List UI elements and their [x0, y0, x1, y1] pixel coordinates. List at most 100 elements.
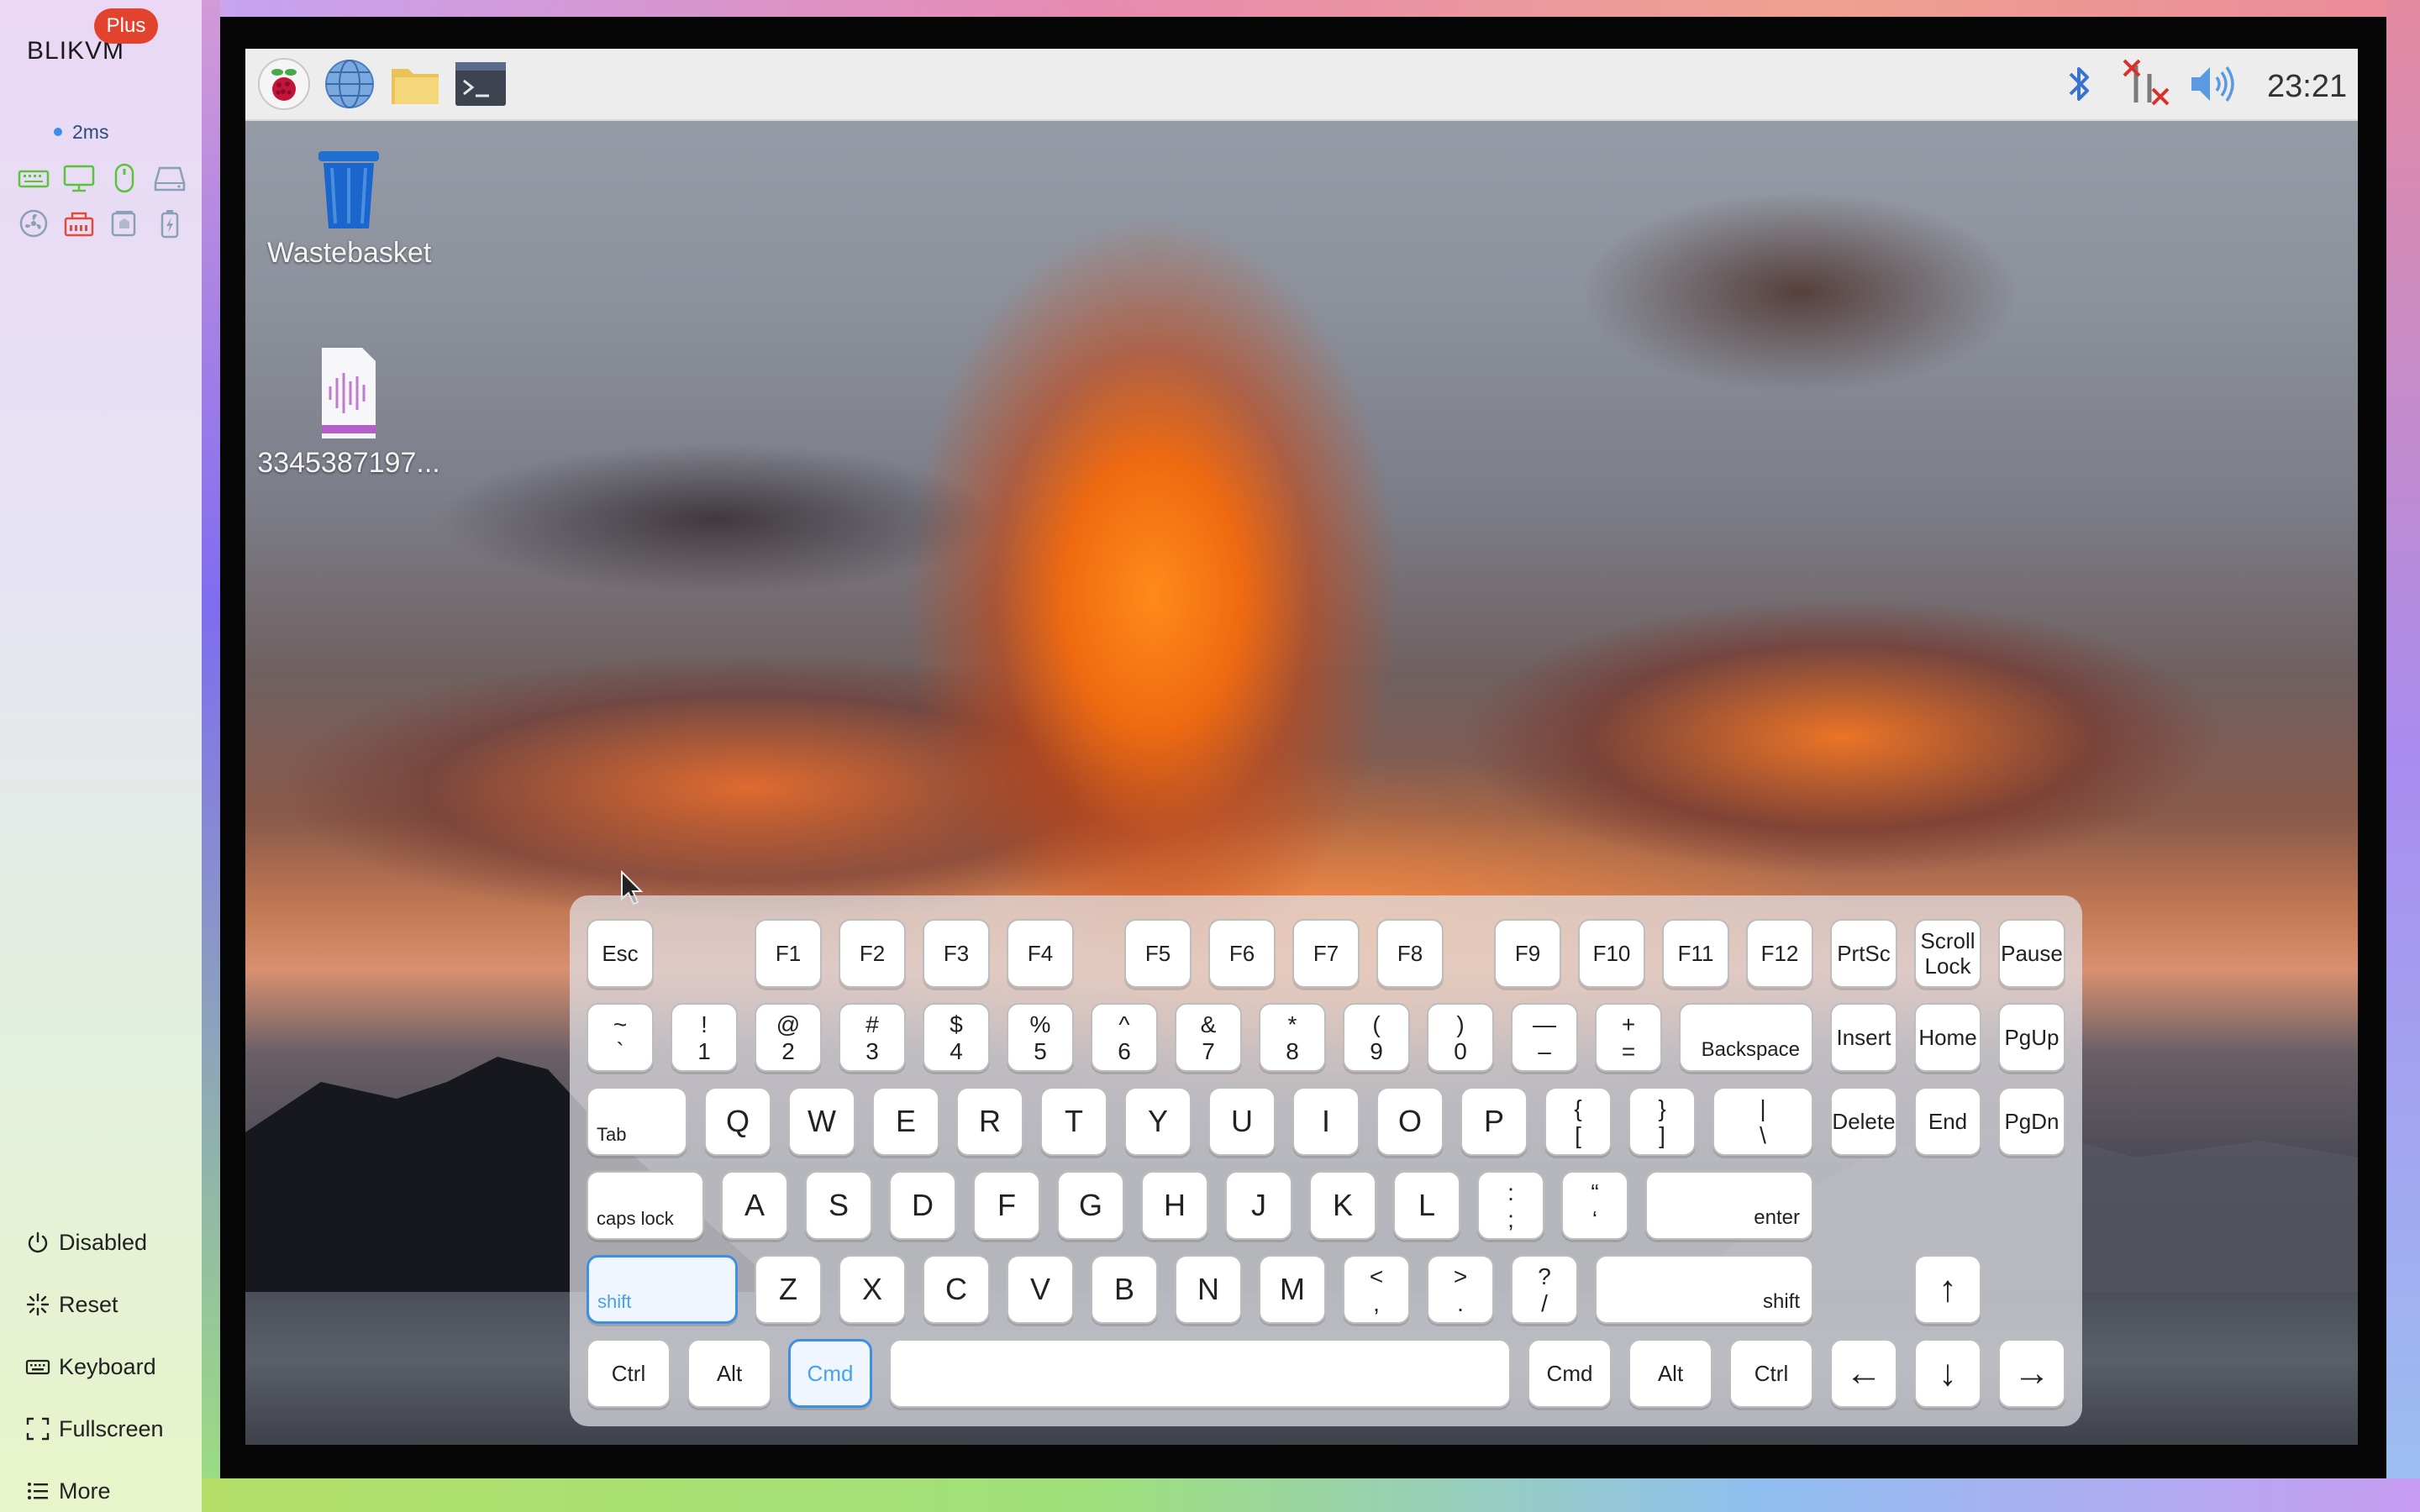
key-d[interactable]: D	[889, 1171, 956, 1240]
key-h[interactable]: H	[1141, 1171, 1208, 1240]
key-p[interactable]: P	[1460, 1087, 1528, 1156]
key-j[interactable]: J	[1225, 1171, 1292, 1240]
key-alt-left[interactable]: Alt	[687, 1339, 771, 1408]
key-y[interactable]: Y	[1124, 1087, 1192, 1156]
mouse-status-icon[interactable]	[108, 161, 141, 195]
key-g[interactable]: G	[1057, 1171, 1124, 1240]
key-arrow-down[interactable]: ↓	[1914, 1339, 1981, 1408]
key-q[interactable]: Q	[704, 1087, 771, 1156]
key-backspace[interactable]: Backspace	[1679, 1003, 1813, 1072]
key-r[interactable]: R	[956, 1087, 1023, 1156]
key-u[interactable]: U	[1208, 1087, 1276, 1156]
terminal-icon[interactable]	[454, 57, 508, 111]
bluetooth-icon[interactable]	[2052, 57, 2106, 111]
key-l[interactable]: L	[1393, 1171, 1460, 1240]
key-end[interactable]: End	[1914, 1087, 1981, 1156]
power-status-icon[interactable]	[108, 207, 141, 240]
key-ctrl-left[interactable]: Ctrl	[587, 1339, 671, 1408]
key-f3[interactable]: F3	[923, 919, 990, 988]
drive-status-icon[interactable]	[153, 161, 187, 195]
key-equals[interactable]: + =	[1595, 1003, 1662, 1072]
key-f12[interactable]: F12	[1746, 919, 1813, 988]
key-ctrl-right[interactable]: Ctrl	[1729, 1339, 1813, 1408]
key-0[interactable]: ) 0	[1427, 1003, 1494, 1072]
key-f9[interactable]: F9	[1494, 919, 1561, 988]
key-6[interactable]: ^ 6	[1091, 1003, 1158, 1072]
key-insert[interactable]: Insert	[1830, 1003, 1897, 1072]
network-status-icon[interactable]	[62, 207, 96, 240]
key-t[interactable]: T	[1040, 1087, 1107, 1156]
key-m[interactable]: M	[1259, 1255, 1326, 1324]
key-cmd-left[interactable]: Cmd	[788, 1339, 872, 1408]
browser-icon[interactable]	[323, 57, 376, 111]
battery-status-icon[interactable]	[153, 207, 187, 240]
key-x[interactable]: X	[839, 1255, 906, 1324]
raspberry-menu-icon[interactable]	[257, 57, 311, 111]
key-delete[interactable]: Delete	[1830, 1087, 1897, 1156]
key-9[interactable]: (9	[1343, 1003, 1410, 1072]
menu-item-keyboard[interactable]: Keyboard	[25, 1336, 164, 1398]
key-4[interactable]: $4	[923, 1003, 990, 1072]
key-b[interactable]: B	[1091, 1255, 1158, 1324]
key-o[interactable]: O	[1376, 1087, 1444, 1156]
key-space[interactable]	[889, 1339, 1511, 1408]
key-period[interactable]: >.	[1427, 1255, 1494, 1324]
menu-item-disabled[interactable]: Disabled	[25, 1211, 164, 1273]
key-backslash[interactable]: | \	[1712, 1087, 1813, 1156]
key-slash[interactable]: ? /	[1511, 1255, 1578, 1324]
menu-item-more[interactable]: More	[25, 1460, 164, 1512]
network-disconnected-icon[interactable]	[2119, 57, 2173, 111]
key-f5[interactable]: F5	[1124, 919, 1192, 988]
key-z[interactable]: Z	[755, 1255, 822, 1324]
key-quote[interactable]: “‘	[1561, 1171, 1628, 1240]
key-minus[interactable]: — –	[1511, 1003, 1578, 1072]
key-f8[interactable]: F8	[1376, 919, 1444, 988]
key-open-bracket[interactable]: {[	[1544, 1087, 1612, 1156]
key-f7[interactable]: F7	[1292, 919, 1360, 988]
key-s[interactable]: S	[805, 1171, 872, 1240]
key-e[interactable]: E	[872, 1087, 939, 1156]
key-arrow-right[interactable]: →	[1998, 1339, 2065, 1408]
key-2[interactable]: @2	[755, 1003, 822, 1072]
key-prtsc[interactable]: PrtSc	[1830, 919, 1897, 988]
key-c[interactable]: C	[923, 1255, 990, 1324]
key-shift-left[interactable]: shift	[587, 1255, 738, 1324]
key-1[interactable]: ! 1	[671, 1003, 738, 1072]
key-f1[interactable]: F1	[755, 919, 822, 988]
key-arrow-left[interactable]: ←	[1830, 1339, 1897, 1408]
key-f10[interactable]: F10	[1578, 919, 1645, 988]
key-scroll-lock[interactable]: Scroll Lock	[1914, 919, 1981, 988]
desktop-icon-wastebasket[interactable]: Wastebasket	[267, 148, 431, 270]
keyboard-status-icon[interactable]	[17, 161, 50, 195]
menu-item-reset[interactable]: Reset	[25, 1273, 164, 1336]
desktop-icon-audio-file[interactable]: 3345387197...	[252, 344, 445, 480]
key-semicolon[interactable]: :;	[1477, 1171, 1544, 1240]
key-n[interactable]: N	[1175, 1255, 1242, 1324]
menu-item-fullscreen[interactable]: Fullscreen	[25, 1398, 164, 1460]
key-f[interactable]: F	[973, 1171, 1040, 1240]
key-pause[interactable]: Pause	[1998, 919, 2065, 988]
key-pgup[interactable]: PgUp	[1998, 1003, 2065, 1072]
monitor-status-icon[interactable]	[62, 161, 96, 195]
key-tab[interactable]: Tab	[587, 1087, 687, 1156]
key-shift-right[interactable]: shift	[1595, 1255, 1813, 1324]
key-8[interactable]: * 8	[1259, 1003, 1326, 1072]
key-comma[interactable]: <,	[1343, 1255, 1410, 1324]
key-w[interactable]: W	[788, 1087, 855, 1156]
file-manager-icon[interactable]	[388, 57, 442, 111]
volume-icon[interactable]	[2185, 57, 2238, 111]
key-backtick[interactable]: ~ `	[587, 1003, 654, 1072]
key-f6[interactable]: F6	[1208, 919, 1276, 988]
key-a[interactable]: A	[721, 1171, 788, 1240]
key-pgdn[interactable]: PgDn	[1998, 1087, 2065, 1156]
key-close-bracket[interactable]: }]	[1628, 1087, 1696, 1156]
key-7[interactable]: & 7	[1175, 1003, 1242, 1072]
key-f11[interactable]: F11	[1662, 919, 1729, 988]
key-alt-right[interactable]: Alt	[1628, 1339, 1712, 1408]
key-caps-lock[interactable]: caps lock	[587, 1171, 704, 1240]
key-esc[interactable]: Esc	[587, 919, 654, 988]
key-5[interactable]: % 5	[1007, 1003, 1074, 1072]
key-k[interactable]: K	[1309, 1171, 1376, 1240]
key-f2[interactable]: F2	[839, 919, 906, 988]
key-3[interactable]: #3	[839, 1003, 906, 1072]
